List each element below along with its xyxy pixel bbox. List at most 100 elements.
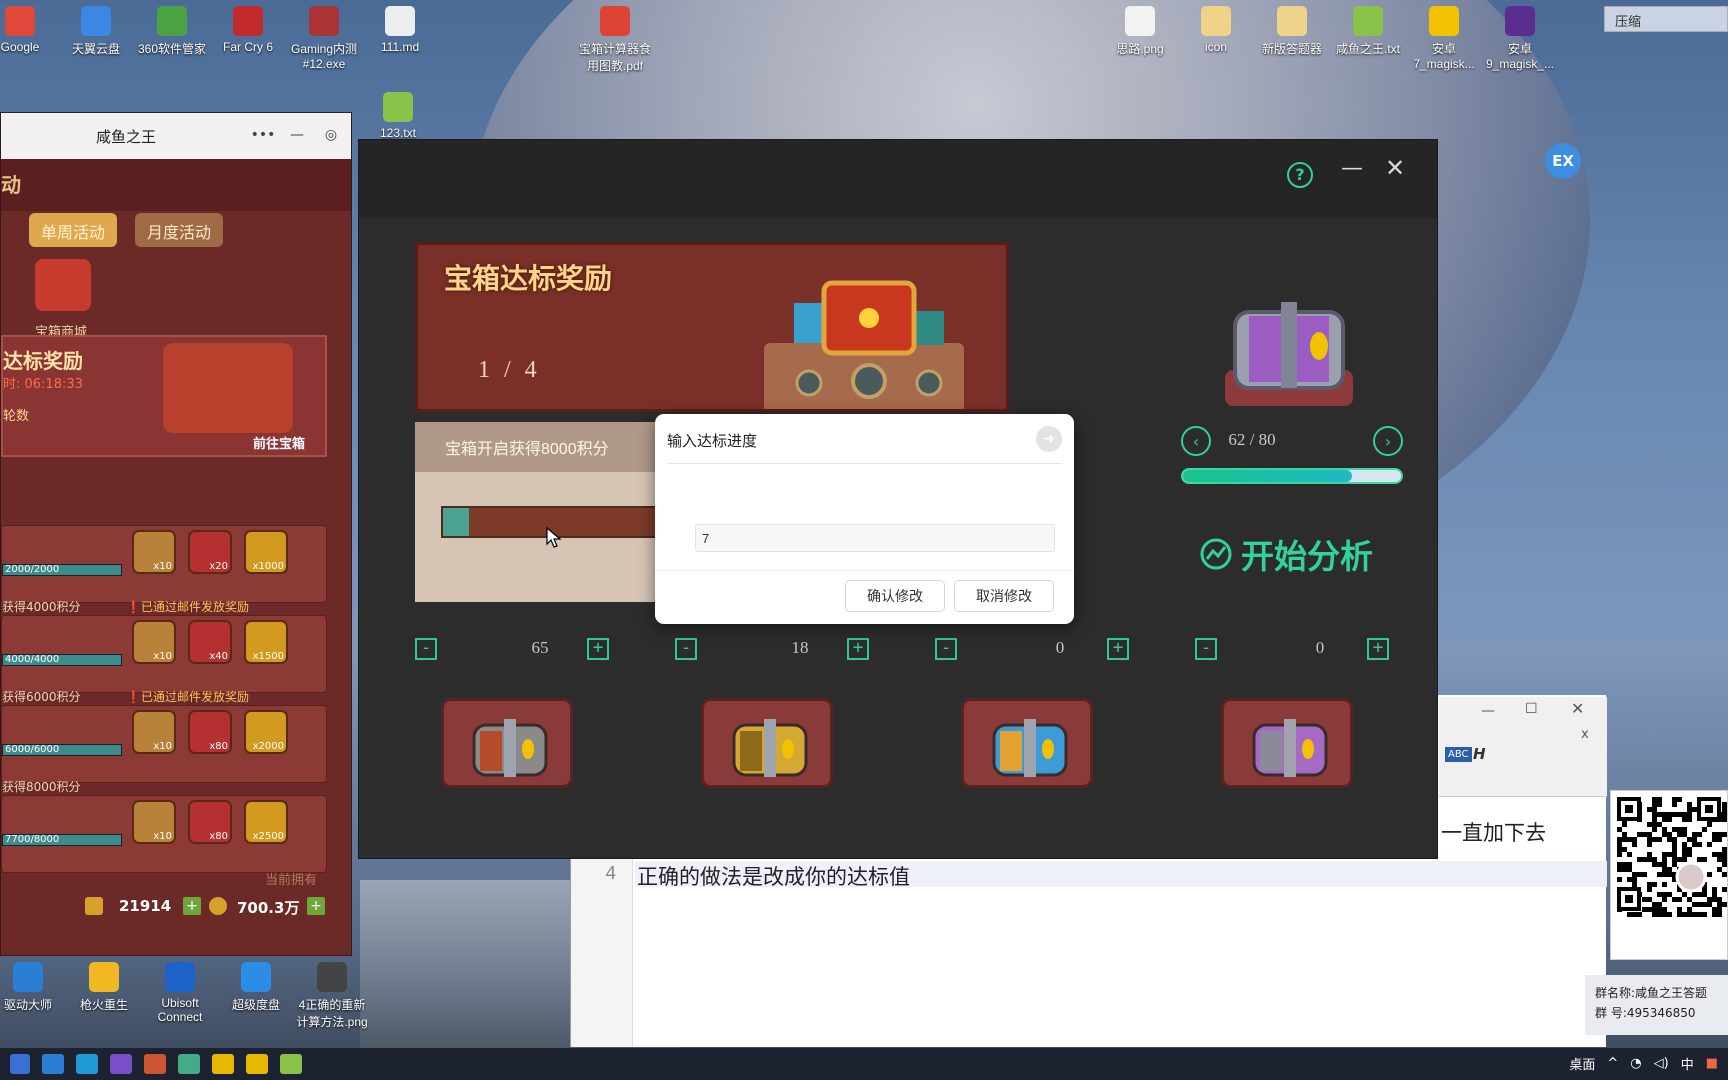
reward-item[interactable]: x20 xyxy=(188,530,232,574)
chest-card[interactable] xyxy=(961,698,1093,788)
reward-row-note: ❗已通过邮件发放奖励 xyxy=(126,690,249,704)
tray-app-icon[interactable]: ■ xyxy=(1706,1056,1718,1071)
tab-monthly[interactable]: 月度活动 xyxy=(135,213,224,247)
increment-button[interactable]: + xyxy=(1107,638,1129,660)
desktop-icon[interactable]: 天翼云盘 xyxy=(58,0,134,57)
analyze-button[interactable]: 开始分析 xyxy=(1199,530,1373,578)
desktop-icon[interactable]: Far Cry 6 xyxy=(210,0,286,54)
desktop-icon[interactable]: 安卓 9_magisk_... xyxy=(1482,0,1558,71)
start-button[interactable] xyxy=(10,1054,30,1074)
decrement-button[interactable]: - xyxy=(415,638,437,660)
editor-close-icon[interactable]: ✕ xyxy=(1571,699,1584,718)
confirm-button[interactable]: 确认修改 xyxy=(845,580,945,612)
spellcheck-icon[interactable]: ABC xyxy=(1445,747,1472,762)
reward-row-label: 获得4000积分 xyxy=(2,600,81,614)
chest-card[interactable] xyxy=(1221,698,1353,788)
desktop-icon[interactable]: 咸鱼之王.txt xyxy=(1330,0,1406,57)
volume-icon[interactable]: ◁) xyxy=(1654,1056,1669,1071)
desktop-icon[interactable]: 枪火重生 xyxy=(66,956,142,1013)
desktop-icon[interactable]: Gaming内测 #12.exe xyxy=(286,0,362,71)
dialog-close-icon[interactable]: ➜ xyxy=(1036,426,1062,452)
add-gold-button[interactable]: + xyxy=(183,897,201,915)
taskbar-app-icon[interactable] xyxy=(178,1054,200,1074)
desktop-toolbar-label[interactable]: 桌面 xyxy=(1569,1054,1595,1073)
desktop-icon[interactable]: 新版答题器 xyxy=(1254,0,1330,57)
desktop-icon[interactable]: 360软件管家 xyxy=(134,0,210,57)
taskbar-app-icon[interactable] xyxy=(76,1054,98,1074)
desktop-icon[interactable]: icon xyxy=(1178,0,1254,54)
heading-tool-icon[interactable]: H xyxy=(1473,745,1486,763)
desktop-icon[interactable]: Google xyxy=(0,0,58,54)
reward-item[interactable]: x40 xyxy=(188,620,232,664)
network-icon[interactable]: ◔ xyxy=(1630,1056,1641,1071)
reward-row: 获得4000积分 ❗已通过邮件发放奖励 4000/4000 x10 x40 x1500 xyxy=(1,600,327,693)
reward-item[interactable]: x2500 xyxy=(244,800,288,844)
editor-maximize-icon[interactable]: ☐ xyxy=(1525,701,1538,717)
desktop-icon-image xyxy=(157,6,187,36)
editor-line-4[interactable]: 正确的做法是改成你的达标值 xyxy=(637,861,910,891)
minimize-icon[interactable]: — xyxy=(283,122,311,148)
decrement-button[interactable]: - xyxy=(1195,638,1217,660)
taskbar-app-icon[interactable] xyxy=(246,1054,268,1074)
taskbar-app-icon[interactable] xyxy=(42,1054,64,1074)
zip-toolbar[interactable]: 压缩 xyxy=(1604,6,1728,32)
desktop-icon-image xyxy=(241,962,271,992)
reward-item[interactable]: x10 xyxy=(132,710,176,754)
minimize-icon[interactable]: — xyxy=(1341,156,1363,181)
reward-item[interactable]: x80 xyxy=(188,710,232,754)
increment-button[interactable]: + xyxy=(587,638,609,660)
editor-line-fragment[interactable]: 一直加下去 xyxy=(1441,817,1546,847)
taskbar-app-icon[interactable] xyxy=(110,1054,132,1074)
editor-minimize-icon[interactable]: — xyxy=(1481,703,1495,719)
close-icon[interactable]: ✕ xyxy=(1385,154,1405,182)
reward-item[interactable]: x1500 xyxy=(244,620,288,664)
progress-input[interactable] xyxy=(695,524,1055,552)
desktop-icon[interactable]: 超级度盘 xyxy=(218,956,294,1013)
desktop-icon[interactable]: 驱动大师 xyxy=(0,956,66,1013)
add-coin-button[interactable]: + xyxy=(307,897,325,915)
reward-item[interactable]: x2000 xyxy=(244,710,288,754)
next-chest-button[interactable]: › xyxy=(1373,426,1403,456)
shop-chest-icon[interactable] xyxy=(35,259,91,311)
taskbar-app-icon[interactable] xyxy=(212,1054,234,1074)
increment-button[interactable]: + xyxy=(1367,638,1389,660)
reward-item[interactable]: x80 xyxy=(188,800,232,844)
desktop-icon-image xyxy=(165,962,195,992)
increment-button[interactable]: + xyxy=(847,638,869,660)
reward-progress-text: 2000/2000 xyxy=(5,564,60,575)
desktop-icon-label: 天翼云盘 xyxy=(71,42,120,56)
desktop-icon[interactable]: 4正确的重新 计算方法.png xyxy=(294,956,370,1030)
tab-weekly[interactable]: 单周活动 xyxy=(29,213,118,247)
chest-card[interactable] xyxy=(701,698,833,788)
chest-progress-bar xyxy=(1181,468,1403,484)
chest-card[interactable] xyxy=(441,698,573,788)
desktop-icon-label: 111.md xyxy=(380,40,420,54)
help-icon[interactable]: ? xyxy=(1287,162,1313,188)
desktop-icon[interactable]: 111.md xyxy=(362,0,438,54)
cancel-button[interactable]: 取消修改 xyxy=(954,580,1054,612)
ex-floating-button[interactable]: EX xyxy=(1545,143,1581,179)
reward-progress-bar: 6000/6000 xyxy=(2,744,122,756)
taskbar-app-icon[interactable] xyxy=(144,1054,166,1074)
system-tray: 桌面 ^ ◔ ◁) 中 ■ xyxy=(1569,1054,1718,1073)
taskbar-app-icon[interactable] xyxy=(280,1054,302,1074)
more-icon[interactable]: ••• xyxy=(249,122,277,148)
reward-item[interactable]: x1000 xyxy=(244,530,288,574)
reward-item[interactable]: x10 xyxy=(132,800,176,844)
tray-expand-icon[interactable]: ^ xyxy=(1607,1056,1618,1071)
desktop-icon[interactable]: 宝箱计算器食 用图教.pdf xyxy=(577,0,653,74)
decrement-button[interactable]: - xyxy=(675,638,697,660)
desktop-icon[interactable]: Ubisoft Connect xyxy=(142,956,218,1024)
mouse-cursor-icon xyxy=(546,527,562,548)
goto-chest-link[interactable]: 前往宝箱 xyxy=(253,433,305,452)
record-icon[interactable]: ◎ xyxy=(317,122,345,148)
desktop-icon[interactable]: 思路.png xyxy=(1102,0,1178,57)
reward-item[interactable]: x10 xyxy=(132,620,176,664)
desktop-icon[interactable]: 123.txt xyxy=(360,86,436,140)
panel-close-icon[interactable]: x xyxy=(1581,727,1589,742)
desktop-icon[interactable]: 安卓 7_magisk... xyxy=(1406,0,1482,71)
reward-item[interactable]: x10 xyxy=(132,530,176,574)
decrement-button[interactable]: - xyxy=(935,638,957,660)
ime-indicator[interactable]: 中 xyxy=(1681,1054,1694,1073)
stepper-value: 65 xyxy=(531,638,549,657)
